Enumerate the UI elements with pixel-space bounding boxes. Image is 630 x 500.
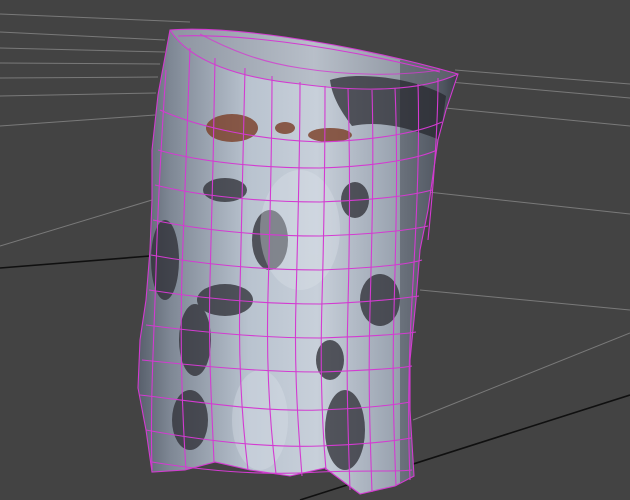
viewport-scene[interactable] [0,0,630,500]
birch-stump-mesh[interactable] [130,20,470,500]
3d-viewport[interactable] [0,0,630,500]
